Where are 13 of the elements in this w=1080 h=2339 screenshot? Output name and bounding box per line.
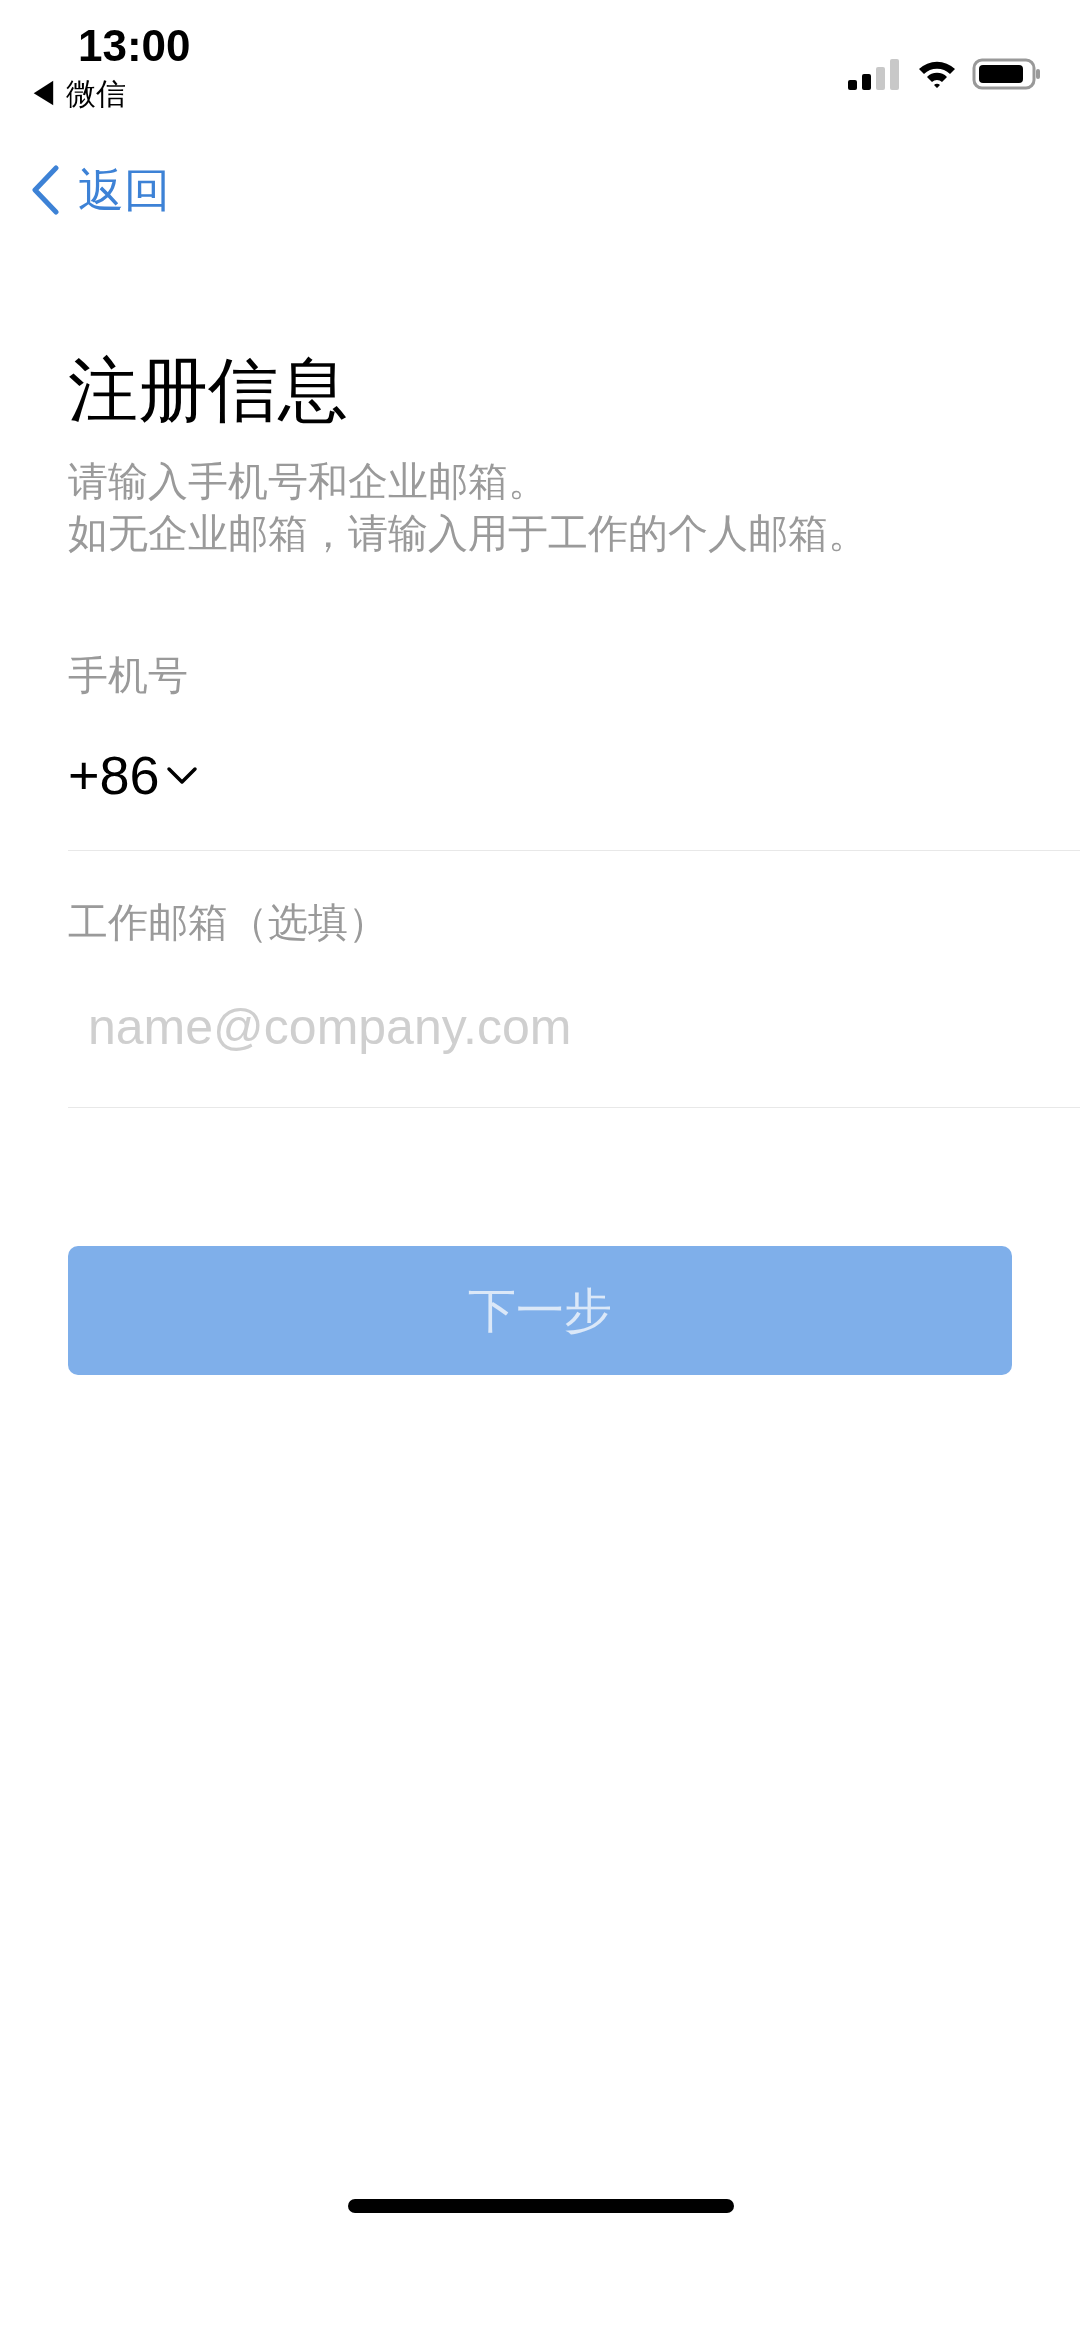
status-time: 13:00 xyxy=(78,20,191,72)
back-to-app-link[interactable]: ◀ 微信 xyxy=(28,74,191,114)
phone-label: 手机号 xyxy=(68,652,189,699)
page-title: 注册信息 xyxy=(68,350,349,431)
signal-icon xyxy=(848,58,902,90)
subtitle-text: 如无企业邮箱，请输入用于工作的个人邮箱。 xyxy=(68,510,869,557)
chevron-left-icon xyxy=(30,165,60,215)
chevron-down-icon xyxy=(165,765,198,786)
battery-icon xyxy=(972,58,1042,90)
country-code-selector[interactable]: +86 xyxy=(68,735,198,816)
email-label: 工作邮箱（选填） xyxy=(68,899,389,946)
back-button[interactable]: 返回 xyxy=(30,160,170,220)
subtitle-text: 请输入手机号和企业邮箱。 xyxy=(68,458,549,505)
